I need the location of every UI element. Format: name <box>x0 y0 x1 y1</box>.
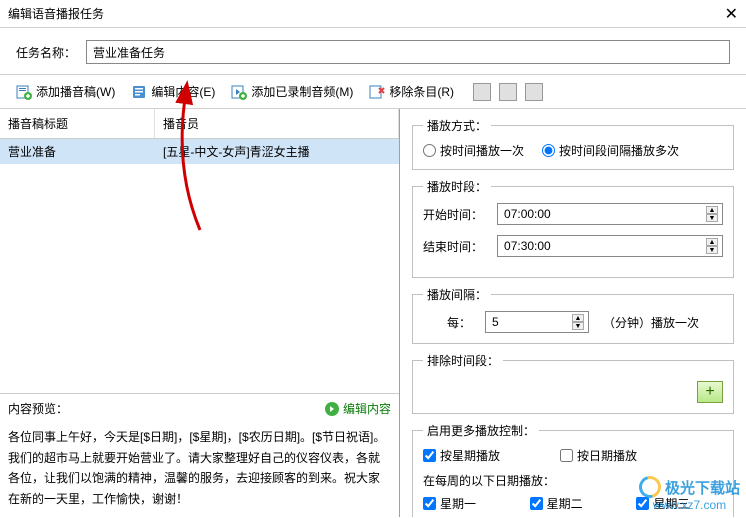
edit-content-link[interactable]: 编辑内容 <box>325 400 391 417</box>
play-repeat-radio[interactable]: 按时间段间隔播放多次 <box>542 142 679 159</box>
by-date-checkbox[interactable]: 按日期播放 <box>560 447 637 464</box>
play-once-radio[interactable]: 按时间播放一次 <box>423 142 524 159</box>
every-label: 每： <box>447 314 471 331</box>
spin-down-icon[interactable]: ▼ <box>706 214 718 222</box>
spin-up-icon[interactable]: ▲ <box>706 206 718 214</box>
play-period-group: 播放时段： 开始时间： 07:00:00 ▲▼ 结束时间： 07:30:00 ▲… <box>412 178 734 278</box>
task-name-label: 任务名称： <box>16 44 76 61</box>
start-time-label: 开始时间： <box>423 206 483 223</box>
weekday-checkbox[interactable]: 星期三 <box>636 495 723 512</box>
list-item[interactable]: 营业准备 [五星-中文-女声]青涩女主播 <box>0 139 399 164</box>
edit-content-icon <box>131 84 147 100</box>
window-title: 编辑语音播报任务 <box>8 5 104 22</box>
end-time-input[interactable]: 07:30:00 ▲▼ <box>497 235 723 257</box>
exclude-group: 排除时间段： + <box>412 352 734 414</box>
col-speaker[interactable]: 播音员 <box>155 109 399 138</box>
arrow-right-icon <box>325 402 339 416</box>
more-control-group: 启用更多播放控制： 按星期播放 按日期播放 在每周的以下日期播放： 星期一 星期… <box>412 422 734 517</box>
add-exclude-button[interactable]: + <box>697 381 723 403</box>
end-time-label: 结束时间： <box>423 238 483 255</box>
weekday-checkbox[interactable]: 星期二 <box>530 495 617 512</box>
toolbar-icon-2[interactable] <box>499 83 517 101</box>
spin-up-icon[interactable]: ▲ <box>572 314 584 322</box>
add-recorded-button[interactable]: 添加已录制音频(M) <box>223 79 361 104</box>
preview-heading: 内容预览： <box>8 400 68 417</box>
spin-up-icon[interactable]: ▲ <box>706 238 718 246</box>
spin-down-icon[interactable]: ▼ <box>572 322 584 330</box>
add-script-icon <box>16 84 32 100</box>
add-recorded-icon <box>231 84 247 100</box>
interval-suffix: （分钟）播放一次 <box>603 314 699 331</box>
list-header: 播音稿标题 播音员 <box>0 109 399 139</box>
interval-input[interactable]: 5 ▲▼ <box>485 311 589 333</box>
remove-icon <box>369 84 385 100</box>
edit-content-button[interactable]: 编辑内容(E) <box>123 79 223 104</box>
interval-group: 播放间隔： 每： 5 ▲▼ （分钟）播放一次 <box>412 286 734 344</box>
remove-item-button[interactable]: 移除条目(R) <box>361 79 462 104</box>
toolbar-icon-3[interactable] <box>525 83 543 101</box>
task-name-input[interactable] <box>86 40 730 64</box>
col-title[interactable]: 播音稿标题 <box>0 109 155 138</box>
close-icon[interactable]: ✕ <box>725 4 738 24</box>
by-week-checkbox[interactable]: 按星期播放 <box>423 447 500 464</box>
add-script-button[interactable]: 添加播音稿(W) <box>8 79 123 104</box>
week-title: 在每周的以下日期播放： <box>423 472 723 489</box>
preview-text: 各位同事上午好，今天是[$日期]，[$星期]，[$农历日期]。[$节日祝语]。我… <box>0 423 399 517</box>
toolbar-icon-1[interactable] <box>473 83 491 101</box>
weekday-checkbox[interactable]: 星期一 <box>423 495 510 512</box>
spin-down-icon[interactable]: ▼ <box>706 246 718 254</box>
play-mode-group: 播放方式： 按时间播放一次 按时间段间隔播放多次 <box>412 117 734 170</box>
start-time-input[interactable]: 07:00:00 ▲▼ <box>497 203 723 225</box>
